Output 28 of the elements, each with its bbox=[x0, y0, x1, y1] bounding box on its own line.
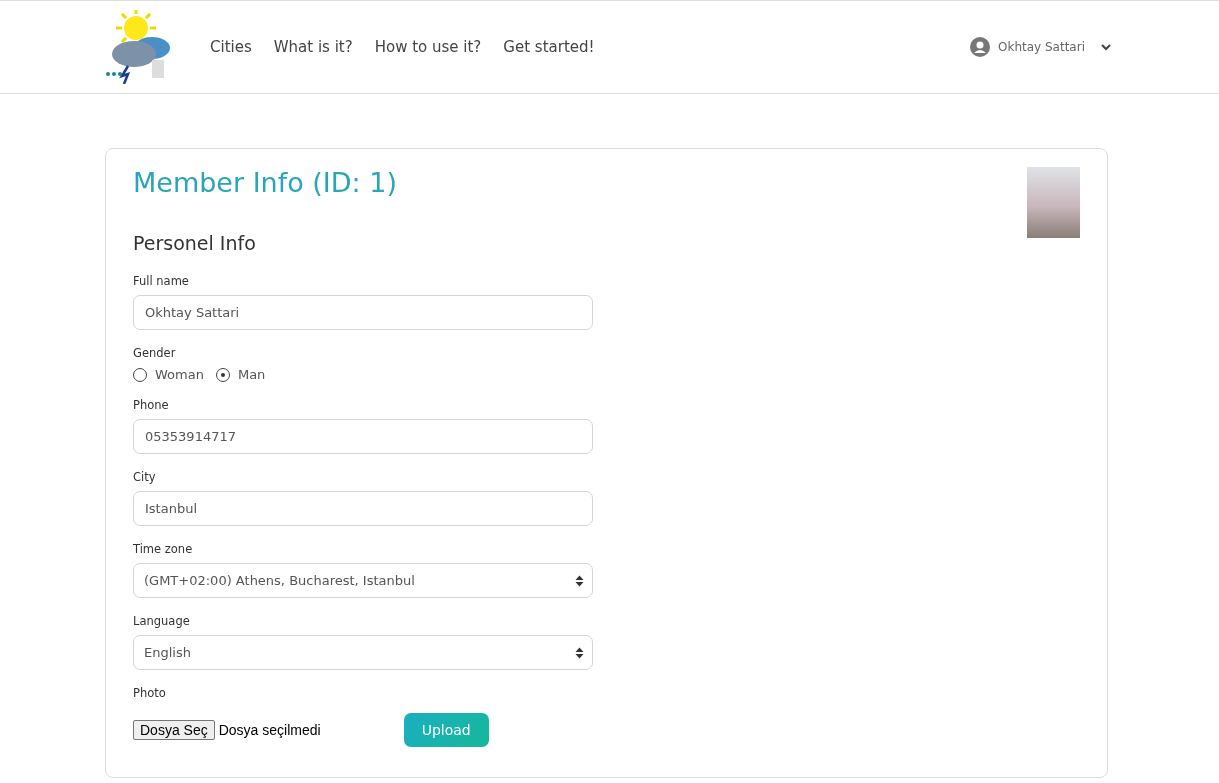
section-heading: Personel Info bbox=[133, 232, 257, 254]
nav-link[interactable]: Cities bbox=[210, 38, 252, 56]
sort-arrows-icon bbox=[575, 574, 584, 587]
select-field[interactable]: English bbox=[133, 635, 593, 670]
field-label: Gender bbox=[133, 346, 177, 360]
field-label: Language bbox=[133, 614, 191, 628]
sort-arrows-icon bbox=[575, 646, 584, 659]
field-label: Time zone bbox=[133, 542, 194, 556]
nav-link[interactable]: What is it? bbox=[273, 38, 353, 56]
photo-placeholder bbox=[1027, 167, 1080, 238]
page-title: Member Info (ID: 1) bbox=[133, 167, 398, 198]
field-label: Full name bbox=[133, 274, 190, 288]
chevron-down-icon bbox=[1101, 43, 1111, 51]
text-field[interactable]: 05353914717 bbox=[133, 419, 593, 454]
file-status: Dosya seçilmedi bbox=[218, 722, 322, 738]
nav-link[interactable]: Get started! bbox=[503, 38, 595, 56]
field-label: Phone bbox=[133, 398, 170, 412]
radio-label: Woman bbox=[155, 367, 204, 382]
field-label: City bbox=[133, 470, 157, 484]
choose-file-button[interactable]: Dosya Seç bbox=[133, 720, 215, 740]
nav-link[interactable]: How to use it? bbox=[374, 38, 482, 56]
select-field[interactable]: (GMT+02:00) Athens, Bucharest, Istanbul bbox=[133, 563, 593, 598]
radio-label: Man bbox=[237, 367, 266, 382]
text-field[interactable]: Istanbul bbox=[133, 491, 593, 526]
text-field[interactable]: Okhtay Sattari bbox=[133, 295, 593, 330]
user-menu[interactable]: Okhtay Sattari bbox=[970, 37, 1111, 57]
field-label: Photo bbox=[133, 686, 167, 700]
user-avatar-icon bbox=[970, 37, 990, 57]
